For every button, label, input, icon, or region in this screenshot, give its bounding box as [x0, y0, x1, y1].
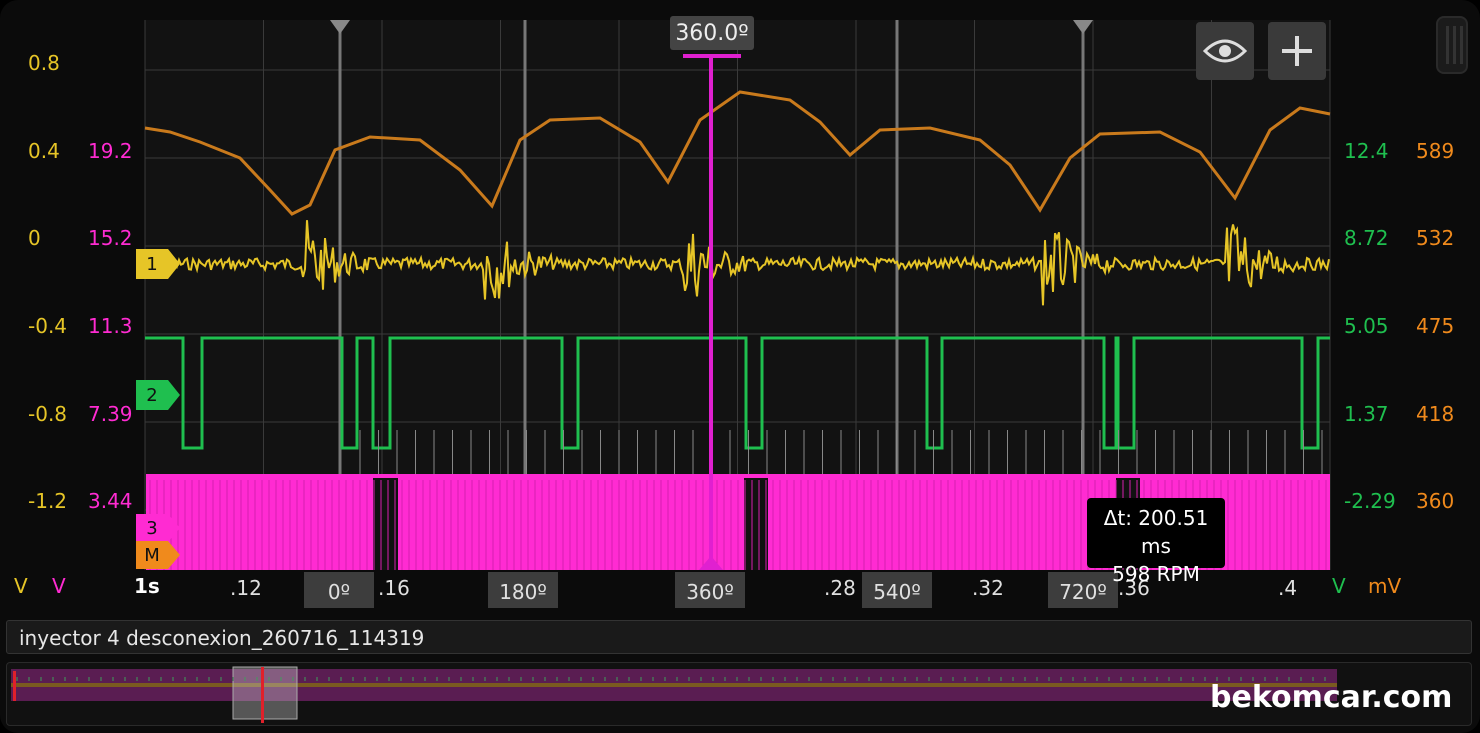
- right-b-value: 532: [1416, 226, 1455, 250]
- left-b-value: 15.2: [88, 226, 133, 250]
- left-b-value: 7.39: [88, 402, 133, 426]
- math-channel-marker[interactable]: M: [136, 541, 180, 569]
- recording-title-bar[interactable]: inyector 4 desconexion_260716_114319: [6, 620, 1472, 654]
- channel-3-gap: [744, 478, 768, 570]
- time-tick-label: .16: [378, 576, 410, 600]
- right-b-value: 418: [1416, 402, 1455, 426]
- right-a-value: 5.05: [1344, 314, 1389, 338]
- right-scales: 12.4 8.72 5.05 1.37 -2.29 589 532 475 418 360: [1330, 0, 1480, 600]
- angle-marker-label[interactable]: 540º: [862, 572, 932, 608]
- left-a-value: 0.4: [28, 139, 60, 163]
- left-a-value: 0: [28, 226, 41, 250]
- watermark: bekomcar.com: [1210, 680, 1453, 715]
- left-a-value: -1.2: [28, 489, 68, 513]
- delta-time-value: Δt: 200.51 ms: [1103, 506, 1209, 558]
- recording-title: inyector 4 desconexion_260716_114319: [19, 626, 425, 650]
- right-a-value: 8.72: [1344, 226, 1389, 250]
- channel-3-marker[interactable]: 3: [136, 514, 180, 542]
- rpm-value: 598 RPM: [1112, 562, 1200, 586]
- unit-right-b: mV: [1368, 574, 1402, 598]
- channel-1-label: 1: [146, 253, 158, 275]
- left-b-value: 19.2: [88, 139, 133, 163]
- channel-3-gap: [373, 478, 398, 570]
- math-channel-label: M: [144, 544, 160, 566]
- channel-3-label: 3: [146, 517, 158, 539]
- eye-icon: [1203, 39, 1247, 63]
- right-b-value: 360: [1416, 489, 1455, 513]
- add-button[interactable]: [1268, 22, 1326, 80]
- right-a-value: -2.29: [1344, 489, 1396, 513]
- cursor-angle-label[interactable]: 360.0º: [670, 16, 754, 50]
- angle-marker-label[interactable]: 360º: [675, 572, 745, 608]
- channel-2-marker[interactable]: 2: [136, 380, 180, 410]
- unit-left-a: V: [14, 574, 28, 598]
- time-tick-label: .32: [972, 576, 1004, 600]
- right-a-value: 1.37: [1344, 402, 1389, 426]
- left-a-value: -0.4: [28, 314, 68, 338]
- time-tick-label: .28: [824, 576, 856, 600]
- unit-right-a: V: [1332, 574, 1346, 598]
- channel-2-label: 2: [146, 384, 158, 406]
- left-b-value: 11.3: [88, 314, 133, 338]
- delta-time-readout: Δt: 200.51 ms 598 RPM: [1087, 498, 1225, 586]
- unit-left-b: V: [52, 574, 66, 598]
- right-b-value: 589: [1416, 139, 1455, 163]
- time-start-label: 1s: [134, 574, 160, 598]
- right-b-value: 475: [1416, 314, 1455, 338]
- left-a-value: 0.8: [28, 51, 60, 75]
- left-a-value: -0.8: [28, 402, 68, 426]
- left-scales: 0.8 0.4 0 -0.4 -0.8 -1.2 19.2 15.2 11.3 7.39 3.44: [0, 0, 145, 600]
- side-panel-handle[interactable]: [1436, 16, 1468, 74]
- left-b-value: 3.44: [88, 489, 133, 513]
- scope-display[interactable]: [0, 0, 1480, 600]
- channel-1-marker[interactable]: 1: [136, 249, 180, 279]
- visibility-button[interactable]: [1196, 22, 1254, 80]
- time-tick-label: .12: [230, 576, 262, 600]
- plus-icon: [1282, 36, 1312, 66]
- angle-marker-label[interactable]: 180º: [488, 572, 558, 608]
- right-a-value: 12.4: [1344, 139, 1389, 163]
- oscilloscope-app: 0.8 0.4 0 -0.4 -0.8 -1.2 19.2 15.2 11.3 7.39 3.44…: [0, 0, 1480, 733]
- time-tick-label: .4: [1278, 576, 1298, 600]
- angle-marker-label[interactable]: 0º: [304, 572, 374, 608]
